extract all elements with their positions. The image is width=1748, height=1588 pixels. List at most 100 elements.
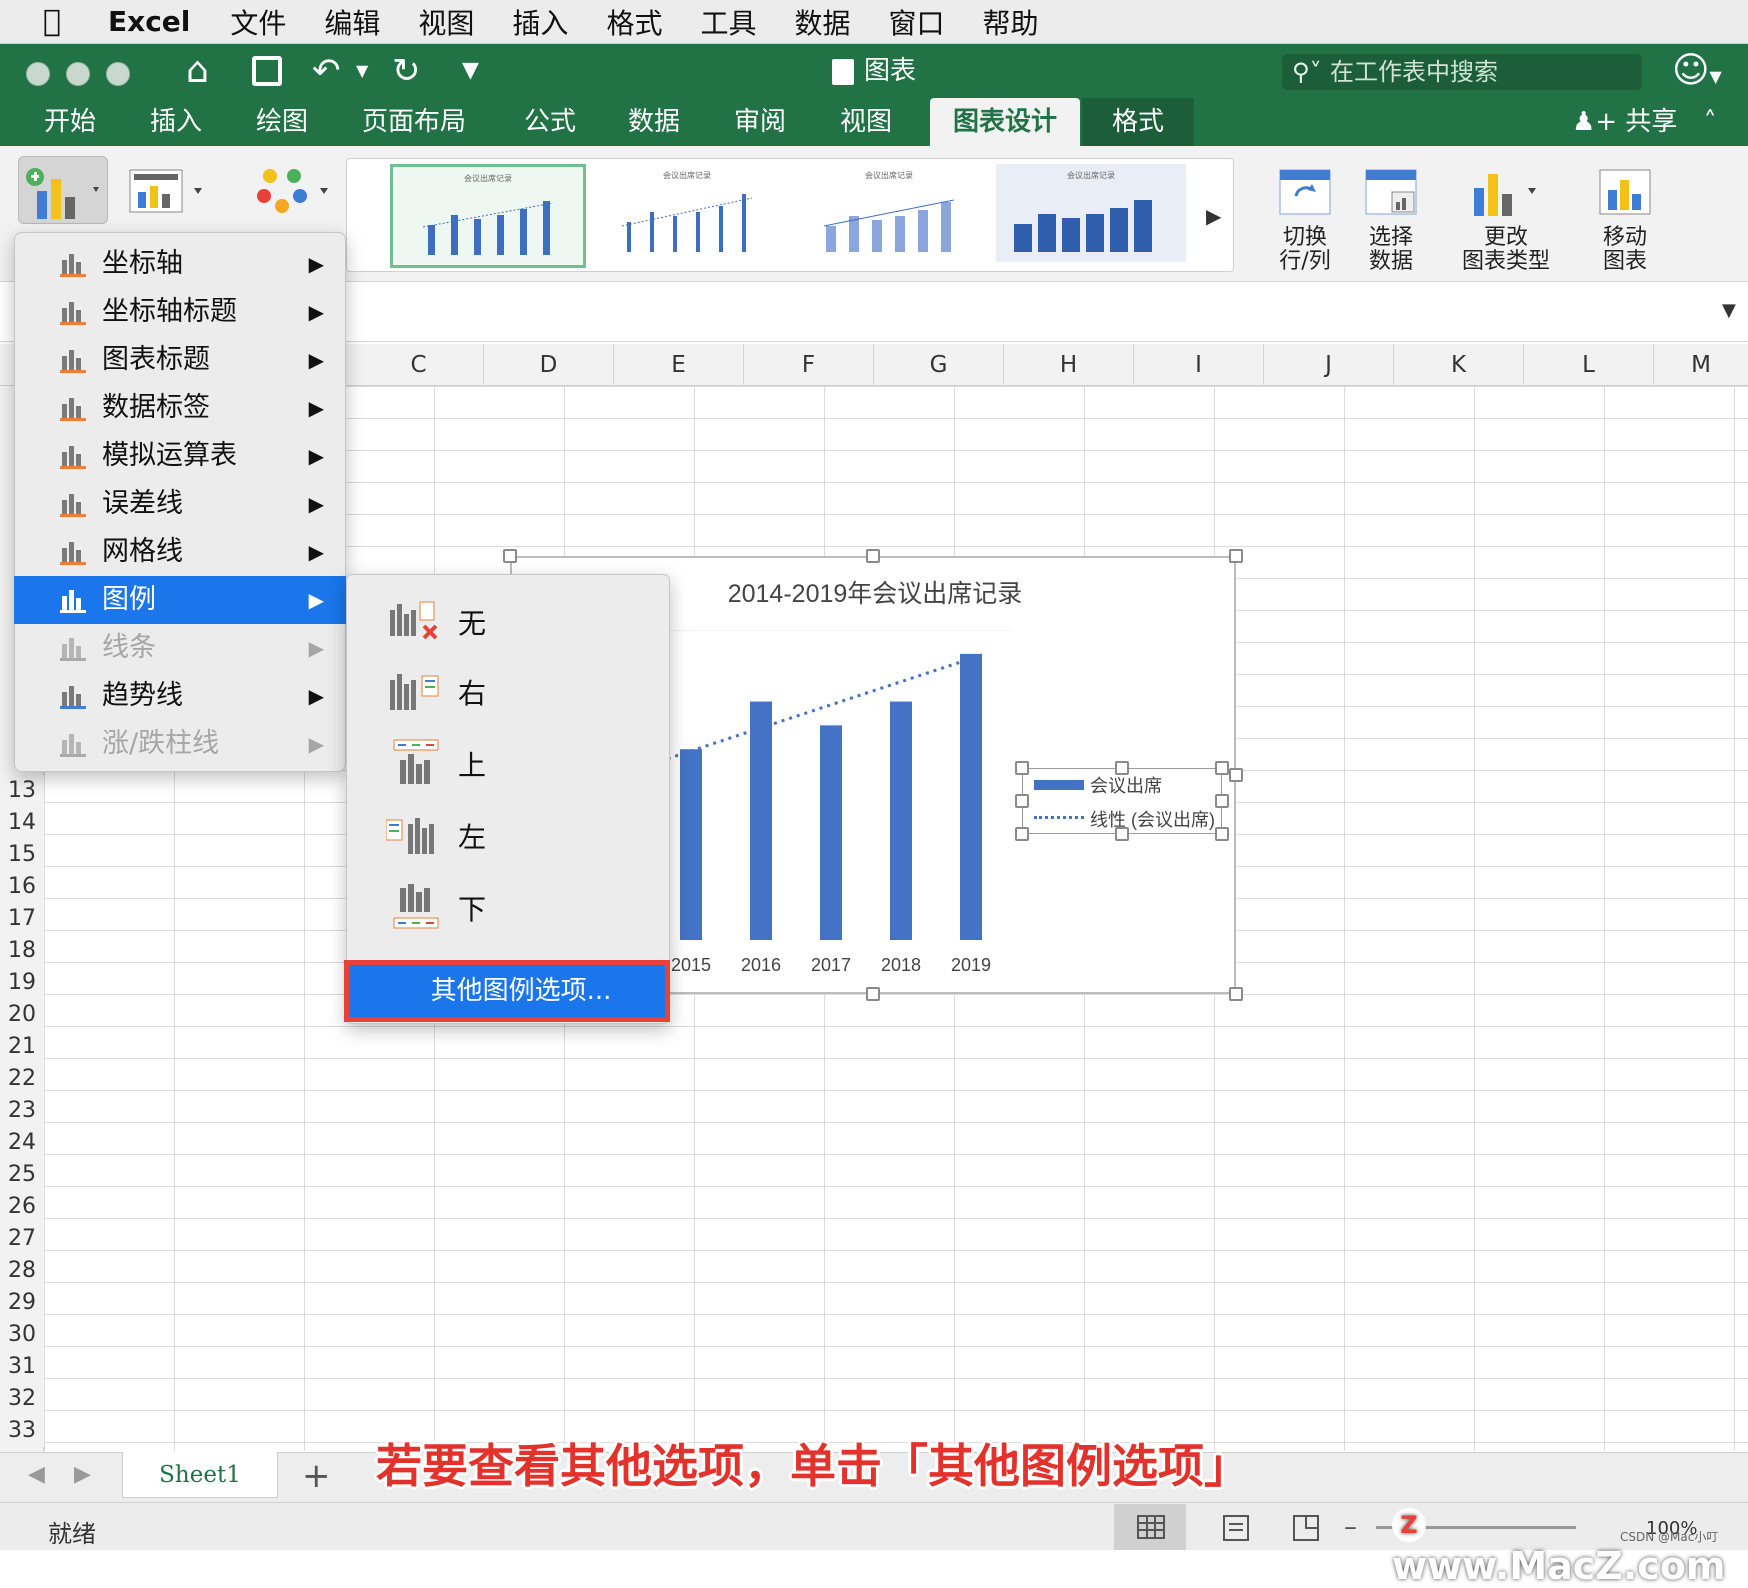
select-data-button[interactable]: 选择 数据 [1348,166,1434,280]
chart-element-menu-item[interactable]: 图例 ▶ [14,576,346,624]
tab-format[interactable]: 格式 [1082,98,1194,146]
column-header-f[interactable]: F [744,344,874,386]
menu-app-name[interactable]: Excel [108,5,190,38]
chart-element-menu-item[interactable]: 趋势线 ▶ [14,672,346,720]
column-header-c[interactable]: C [354,344,484,386]
page-break-view-button[interactable] [1276,1504,1336,1550]
switch-row-column-button[interactable]: 切换 行/列 [1262,166,1348,280]
quick-layout-button[interactable] [128,164,202,220]
feedback-smiley-icon[interactable]: ☺▼ [1672,50,1722,91]
row-header[interactable]: 31 [0,1351,44,1383]
row-header[interactable]: 15 [0,839,44,871]
row-header[interactable]: 18 [0,935,44,967]
chart-style-3[interactable]: 会议出席记录 [794,164,990,268]
row-header[interactable]: 13 [0,775,44,807]
resize-handle[interactable] [866,549,880,563]
share-button[interactable]: ♟+ 共享 ˄ [1572,98,1717,146]
row-header[interactable]: 21 [0,1031,44,1063]
row-header[interactable]: 32 [0,1383,44,1415]
prev-sheet-icon[interactable]: ◀ [28,1462,45,1487]
chart-element-menu-item[interactable]: 模拟运算表 ▶ [14,432,346,480]
sheet-tab[interactable]: Sheet1 [122,1452,278,1498]
tab-formulas[interactable]: 公式 [514,98,586,146]
column-header-e[interactable]: E [614,344,744,386]
legend-handle[interactable] [1015,761,1029,775]
menu-format[interactable]: 格式 [606,2,662,42]
legend-bottom-option[interactable]: 下 [346,872,670,940]
row-header[interactable]: 25 [0,1159,44,1191]
normal-view-button[interactable] [1114,1504,1186,1550]
menu-window[interactable]: 窗口 [888,2,944,42]
tab-review[interactable]: 审阅 [724,98,796,146]
zoom-out-button[interactable]: – [1344,1512,1357,1542]
chart-title[interactable]: 2014-2019年会议出席记录 [690,574,1060,610]
row-header[interactable]: 16 [0,871,44,903]
resize-handle[interactable] [1229,987,1243,1001]
row-header[interactable]: 30 [0,1319,44,1351]
column-header-j[interactable]: J [1264,344,1394,386]
resize-handle[interactable] [503,549,517,563]
chart-element-menu-item[interactable]: 网格线 ▶ [14,528,346,576]
row-header[interactable]: 28 [0,1255,44,1287]
chart-style-2[interactable]: 会议出席记录 [592,164,788,268]
legend-none-option[interactable]: 无 [346,586,670,654]
tab-page-layout[interactable]: 页面布局 [352,98,476,146]
row-header[interactable]: 22 [0,1063,44,1095]
chart-bar[interactable] [890,701,912,940]
add-chart-element-button[interactable] [18,156,108,224]
page-layout-view-button[interactable] [1206,1504,1266,1550]
chart-style-4[interactable]: 会议出席记录 [996,164,1192,268]
collapse-ribbon-icon[interactable]: ˄ [1704,107,1717,137]
menu-edit[interactable]: 编辑 [324,2,380,42]
chart-element-menu-item[interactable]: 坐标轴标题 ▶ [14,288,346,336]
chart-bar[interactable] [750,701,772,940]
chart-element-menu-item[interactable]: 数据标签 ▶ [14,384,346,432]
tab-chart-design[interactable]: 图表设计 [930,98,1080,146]
column-header-g[interactable]: G [874,344,1004,386]
gallery-next-icon[interactable]: ▶ [1206,204,1221,228]
chart-element-menu-item[interactable]: 坐标轴 ▶ [14,240,346,288]
menu-tools[interactable]: 工具 [700,2,756,42]
menu-insert[interactable]: 插入 [512,2,568,42]
chart-bar[interactable] [960,653,982,940]
chart-style-1[interactable]: 会议出席记录 [390,164,586,268]
legend-handle[interactable] [1215,761,1229,775]
menu-data[interactable]: 数据 [794,2,850,42]
row-header[interactable]: 33 [0,1415,44,1447]
next-sheet-icon[interactable]: ▶ [74,1462,91,1487]
column-header-k[interactable]: K [1394,344,1524,386]
chart-bar[interactable] [820,725,842,940]
resize-handle[interactable] [866,987,880,1001]
legend-handle[interactable] [1215,827,1229,841]
tab-insert[interactable]: 插入 [140,98,212,146]
row-header[interactable]: 23 [0,1095,44,1127]
legend-handle[interactable] [1015,827,1029,841]
menu-view[interactable]: 视图 [418,2,474,42]
expand-formula-bar-icon[interactable]: ▼ [1722,300,1736,321]
legend-handle[interactable] [1015,794,1029,808]
tab-home[interactable]: 开始 [34,98,106,146]
resize-handle[interactable] [1229,768,1243,782]
add-sheet-button[interactable]: + [302,1456,331,1496]
column-header-l[interactable]: L [1524,344,1654,386]
legend-right-option[interactable]: 右 [346,656,670,724]
tab-draw[interactable]: 绘图 [246,98,318,146]
row-header[interactable]: 29 [0,1287,44,1319]
menu-file[interactable]: 文件 [230,2,286,42]
row-header[interactable]: 14 [0,807,44,839]
menu-help[interactable]: 帮助 [983,2,1039,42]
change-chart-type-button[interactable]: 更改 图表类型 [1454,166,1558,280]
tab-data[interactable]: 数据 [618,98,690,146]
change-colors-button[interactable] [254,164,334,220]
row-header[interactable]: 19 [0,967,44,999]
legend-top-option[interactable]: 上 [346,728,670,796]
column-header-i[interactable]: I [1134,344,1264,386]
row-header[interactable]: 17 [0,903,44,935]
row-header[interactable]: 27 [0,1223,44,1255]
chart-element-menu-item[interactable]: 误差线 ▶ [14,480,346,528]
chart-element-menu-item[interactable]: 图表标题 ▶ [14,336,346,384]
chart-bar[interactable] [680,749,702,940]
more-legend-options-button[interactable]: 其他图例选项... [344,960,670,1022]
tab-view[interactable]: 视图 [830,98,902,146]
legend-left-option[interactable]: 左 [346,800,670,868]
